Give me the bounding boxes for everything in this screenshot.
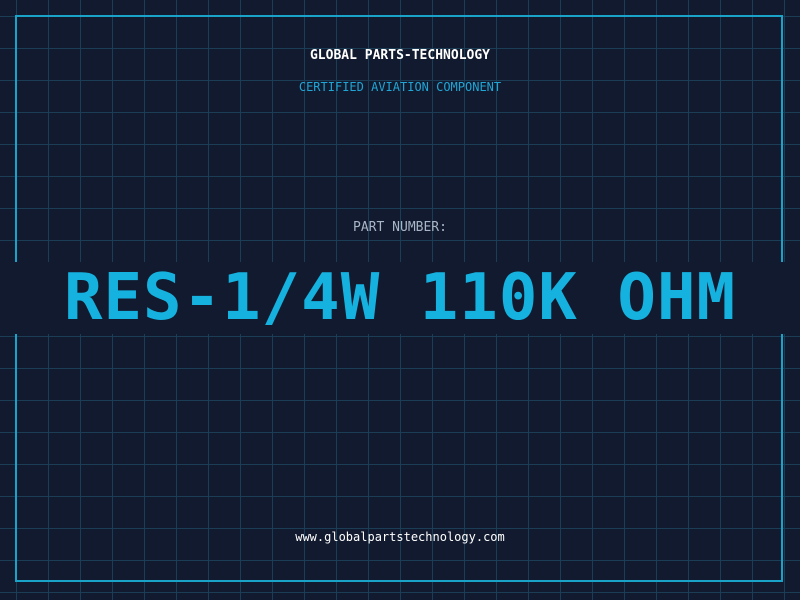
certification-subtitle: CERTIFIED AVIATION COMPONENT	[298, 80, 502, 94]
label-canvas: GLOBAL PARTS-TECHNOLOGY CERTIFIED AVIATI…	[0, 0, 800, 600]
website-url: www.globalpartstechnology.com	[295, 530, 505, 544]
part-number-label: PART NUMBER:	[353, 220, 447, 235]
part-number-value: RES-1/4W 110K OHM	[63, 261, 737, 335]
brand-name: GLOBAL PARTS-TECHNOLOGY	[309, 48, 490, 63]
